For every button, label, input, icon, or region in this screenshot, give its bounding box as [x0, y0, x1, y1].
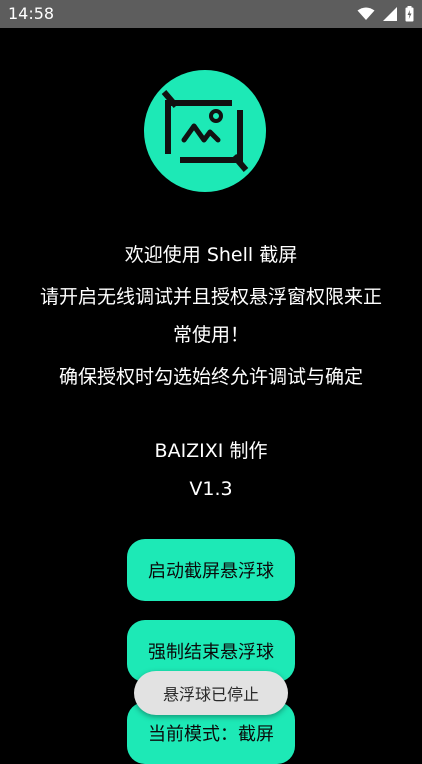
signal-icon — [383, 7, 397, 21]
status-time: 14:58 — [8, 4, 55, 23]
status-bar: 14:58 — [0, 0, 422, 28]
version-text: V1.3 — [189, 478, 233, 500]
image-frame-logo-icon — [144, 70, 266, 192]
instruction-text-line2: 常使用！ — [172, 324, 249, 346]
status-icons — [357, 6, 414, 22]
start-floating-ball-button[interactable]: 启动截屏悬浮球 — [127, 539, 295, 601]
battery-icon — [405, 6, 414, 22]
welcome-text: 欢迎使用 Shell 截屏 — [124, 244, 298, 266]
wifi-icon — [357, 7, 375, 21]
author-text: BAIZIXI 制作 — [154, 440, 268, 462]
toast-message: 悬浮球已停止 — [134, 671, 288, 715]
instruction-text-line1: 请开启无线调试并且授权悬浮窗权限来正 — [39, 286, 382, 308]
confirm-text: 确保授权时勾选始终允许调试与确定 — [58, 366, 363, 388]
app-logo — [144, 70, 266, 192]
